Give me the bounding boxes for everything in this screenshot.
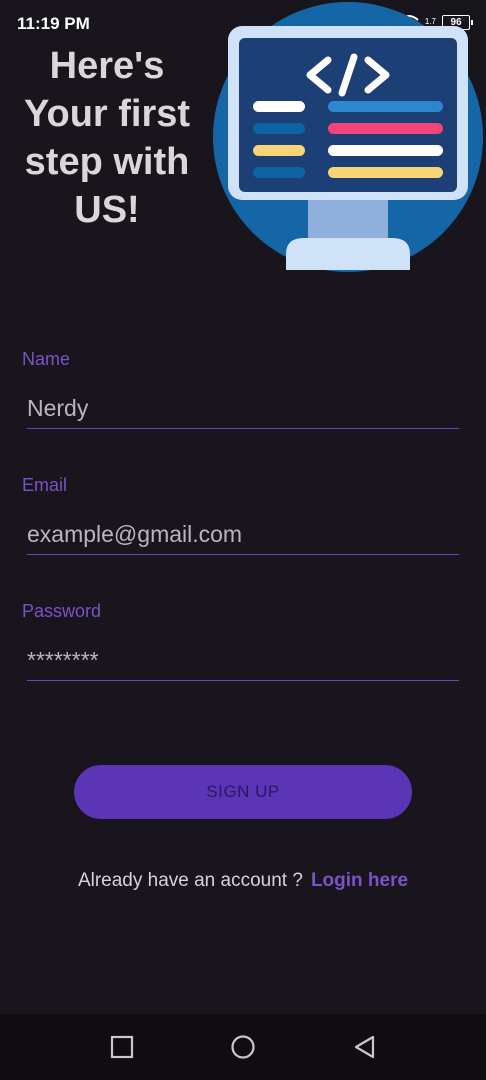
password-field[interactable]	[27, 640, 459, 681]
triangle-back-icon[interactable]	[352, 1034, 378, 1060]
code-monitor-icon	[213, 2, 483, 272]
name-field[interactable]	[27, 388, 459, 429]
login-prompt: Already have an account ?	[77, 870, 303, 891]
square-icon[interactable]	[109, 1034, 135, 1060]
email-label: Email	[22, 475, 68, 495]
password-label: Password	[22, 601, 102, 621]
login-prompt-row: Already have an account ? Login here	[0, 870, 486, 892]
navigation-bar	[0, 1014, 486, 1080]
page-title: Here's Your first step with US!	[23, 45, 191, 231]
name-label: Name	[22, 349, 71, 369]
circle-icon[interactable]	[230, 1034, 256, 1060]
sign-up-button[interactable]: SIGN UP	[74, 765, 412, 819]
email-field[interactable]	[27, 514, 459, 555]
status-time: 11:19 PM	[17, 14, 90, 33]
login-link[interactable]: Login here	[311, 870, 408, 891]
